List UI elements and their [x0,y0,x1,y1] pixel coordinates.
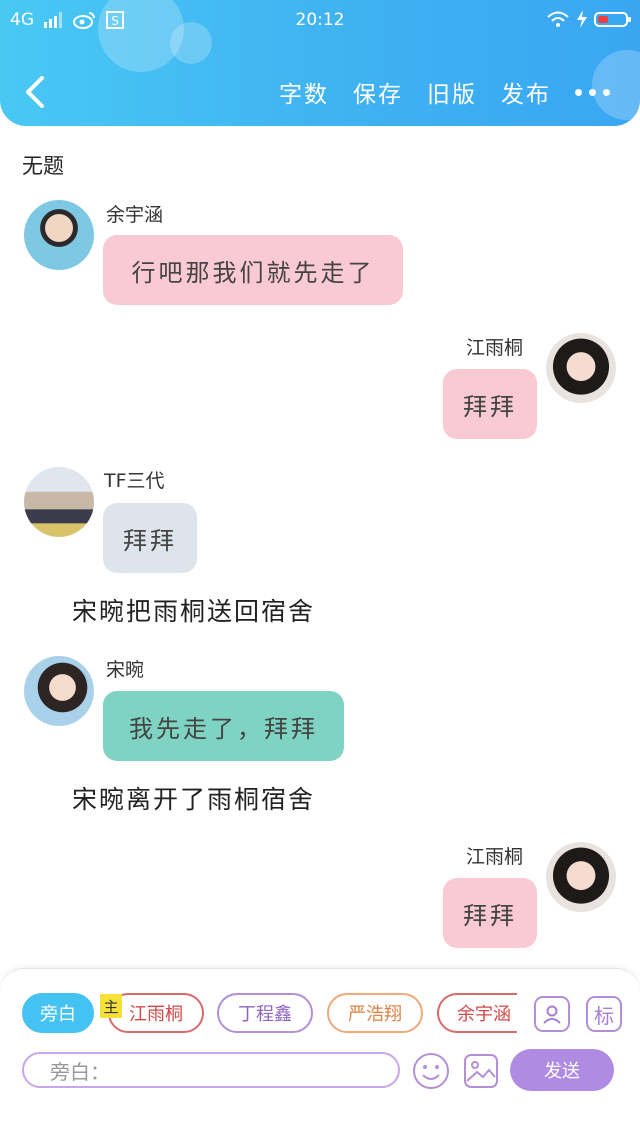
save-button[interactable]: 保存 [353,75,403,109]
avatar[interactable] [24,467,94,537]
sender-name: 江雨桐 [466,337,524,359]
avatar[interactable] [546,842,616,912]
clock: 20:12 [295,10,345,30]
message-bubble[interactable]: 拜拜 [103,503,197,573]
message-bubble[interactable]: 行吧那我们就先走了 [103,235,403,305]
smiley-icon [413,1053,449,1089]
character-settings-button[interactable] [534,996,570,1032]
back-button[interactable] [20,72,56,112]
more-icon[interactable] [575,88,610,96]
image-icon [464,1054,498,1088]
image-button[interactable] [463,1053,499,1093]
sender-name: 余宇涵 [106,204,164,226]
word-count-button[interactable]: 字数 [279,75,329,109]
header-bar: 4G S 20:12 字数 保存 旧版 发布 [0,0,640,126]
send-button[interactable]: 发送 [510,1049,614,1091]
avatar[interactable] [24,200,94,270]
narration-text[interactable]: 宋晼离开了雨桐宿舍 [72,780,315,816]
message-bubble[interactable]: 拜拜 [443,369,537,439]
sender-name: 江雨桐 [466,846,524,868]
role-chip-narration[interactable]: 旁白 [22,993,94,1033]
message-bubble[interactable]: 我先走了，拜拜 [103,691,344,761]
avatar[interactable] [24,656,94,726]
sender-name: 宋晼 [106,659,145,681]
main-role-badge: 主 [100,994,122,1018]
message-input[interactable]: 旁白： [22,1052,400,1088]
role-chip[interactable]: 丁程鑫 [217,993,313,1033]
wifi-icon [547,11,569,27]
publish-button[interactable]: 发布 [501,75,551,109]
message-bubble[interactable]: 拜拜 [443,878,537,948]
header-actions: 字数 保存 旧版 发布 [279,72,640,112]
document-title[interactable]: 无题 [22,150,64,180]
emoji-button[interactable] [412,1052,450,1094]
tag-button[interactable]: 标 [586,996,622,1032]
narration-text[interactable]: 宋晼把雨桐送回宿舍 [72,592,315,628]
battery-icon [594,11,631,27]
sender-name: TF三代 [104,470,165,492]
role-chip[interactable]: 江雨桐 [108,993,204,1033]
status-bar: 4G S 20:12 [0,8,640,34]
role-chip[interactable]: 严浩翔 [327,993,423,1033]
avatar[interactable] [546,333,616,403]
person-icon [543,1005,561,1024]
charging-icon [577,10,587,28]
chevron-left-icon [26,76,44,108]
old-version-button[interactable]: 旧版 [427,75,477,109]
role-chip[interactable]: 余宇涵 [437,993,517,1033]
